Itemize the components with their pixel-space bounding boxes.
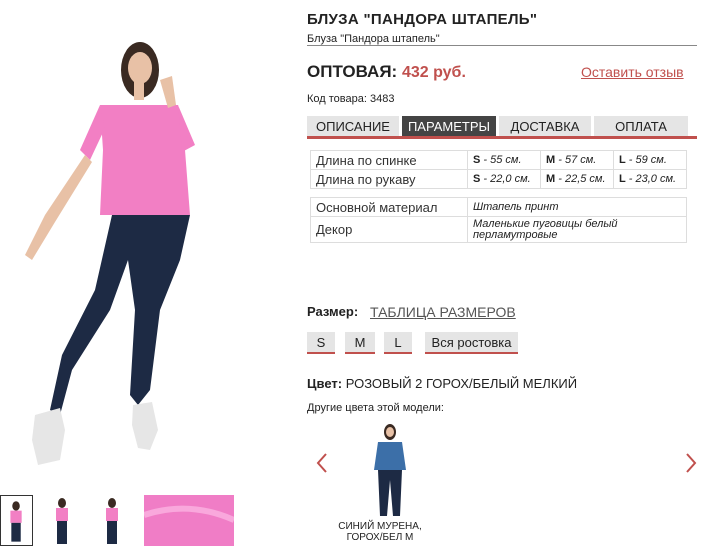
thumbnail-strip — [0, 495, 240, 546]
size-label: Размер: — [307, 304, 359, 319]
attribute-label: Основной материал — [310, 197, 468, 217]
thumbnail-3[interactable] — [98, 495, 126, 546]
thumbnail-2[interactable] — [48, 495, 76, 546]
chevron-left-icon[interactable] — [315, 452, 329, 474]
price-row: ОПТОВАЯ: 432 руб. — [307, 62, 466, 82]
chevron-right-icon[interactable] — [684, 452, 698, 474]
table-row: Длина по рукаву S - 22,0 см. M - 22,5 см… — [310, 169, 687, 189]
product-subtitle: Блуза "Пандора штапель" — [307, 33, 440, 45]
measurements-table: Длина по спинке S - 55 см. M - 57 см. L … — [310, 150, 687, 189]
price-label: ОПТОВАЯ: — [307, 62, 398, 81]
product-code: Код товара: 3483 — [307, 93, 395, 105]
tab-underline — [307, 136, 697, 139]
size-m-button[interactable]: M — [345, 332, 375, 354]
tab-bar: ОПИСАНИЕ ПАРАМЕТРЫ ДОСТАВКА ОПЛАТА — [307, 116, 697, 139]
divider — [307, 45, 697, 46]
table-row: Длина по спинке S - 55 см. M - 57 см. L … — [310, 150, 687, 170]
thumbnail-fabric[interactable] — [144, 495, 234, 546]
other-colors-label: Другие цвета этой модели: — [307, 402, 444, 414]
attribute-value: Маленькие пуговицы белый перламутровые — [467, 216, 687, 243]
product-title: БЛУЗА "ПАНДОРА ШТАПЕЛЬ" — [307, 11, 538, 28]
thumbnail-1[interactable] — [0, 495, 33, 546]
size-l-value: L - 59 см. — [613, 150, 687, 170]
size-l-value: L - 23,0 см. — [613, 169, 687, 189]
size-m-value: M - 57 см. — [540, 150, 614, 170]
table-row: Декор Маленькие пуговицы белый перламутр… — [310, 216, 687, 243]
tab-parameters[interactable]: ПАРАМЕТРЫ — [402, 116, 496, 136]
measurement-label: Длина по рукаву — [310, 169, 468, 189]
color-row: Цвет: РОЗОВЫЙ 2 ГОРОХ/БЕЛЫЙ МЕЛКИЙ — [307, 376, 577, 391]
tab-description[interactable]: ОПИСАНИЕ — [307, 116, 399, 136]
size-s-value: S - 22,0 см. — [467, 169, 541, 189]
color-label: Цвет: — [307, 376, 343, 391]
main-product-photo[interactable] — [0, 10, 240, 480]
size-s-button[interactable]: S — [307, 332, 335, 354]
color-value: РОЗОВЫЙ 2 ГОРОХ/БЕЛЫЙ МЕЛКИЙ — [345, 376, 578, 391]
price-value: 432 руб. — [401, 64, 466, 81]
attribute-label: Декор — [310, 216, 468, 243]
leave-review-link[interactable]: Оставить отзыв — [581, 64, 684, 80]
full-size-range-button[interactable]: Вся ростовка — [425, 332, 518, 354]
tab-payment[interactable]: ОПЛАТА — [594, 116, 688, 136]
measurement-label: Длина по спинке — [310, 150, 468, 170]
size-s-value: S - 55 см. — [467, 150, 541, 170]
size-m-value: M - 22,5 см. — [540, 169, 614, 189]
attribute-value: Штапель принт — [467, 197, 687, 217]
attributes-table: Основной материал Штапель принт Декор Ма… — [310, 197, 687, 243]
table-row: Основной материал Штапель принт — [310, 197, 687, 217]
color-variant-photo[interactable] — [360, 420, 420, 520]
size-table-link[interactable]: ТАБЛИЦА РАЗМЕРОВ — [370, 304, 516, 320]
color-variant-label[interactable]: СИНИЙ МУРЕНА, ГОРОХ/БЕЛ М — [330, 521, 430, 543]
size-l-button[interactable]: L — [384, 332, 412, 354]
tab-delivery[interactable]: ДОСТАВКА — [499, 116, 591, 136]
